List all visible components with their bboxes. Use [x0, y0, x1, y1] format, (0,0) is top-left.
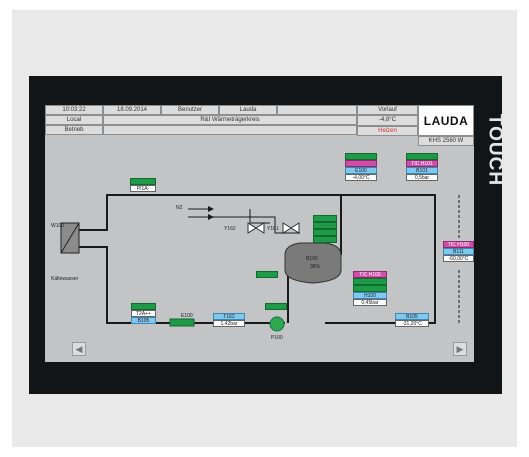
- t100-alarm-tag[interactable]: [345, 160, 377, 167]
- pump-label: P100: [271, 335, 283, 341]
- b105-sub-tag[interactable]: B105: [131, 317, 156, 324]
- valve-left-icon: [247, 222, 257, 234]
- b111-alarm-tag[interactable]: TIC H100: [443, 241, 474, 248]
- return-pipe: [78, 246, 285, 324]
- valve-right-icon: [282, 222, 292, 234]
- nitrogen-label: N2: [176, 205, 183, 211]
- tank-status-tag-3[interactable]: [313, 229, 337, 236]
- tank-alarm-tag[interactable]: TIC H100: [353, 271, 387, 278]
- tank-label: B100: [306, 256, 318, 262]
- heater-label: E100: [181, 313, 193, 319]
- tank-status-tag-5[interactable]: [353, 278, 387, 285]
- tank-status-tag-4[interactable]: [313, 236, 337, 243]
- hmi-screen: 10:03:22 18.09.2014 Benutzer Lauda Vorla…: [45, 105, 474, 362]
- pt-status-tag[interactable]: [130, 178, 156, 185]
- valve-left-label: Y162: [224, 226, 236, 232]
- tank-value: 38%: [310, 264, 321, 270]
- b111-value-tag[interactable]: -60,00°C: [443, 255, 474, 262]
- tank-status-tag-2[interactable]: [313, 222, 337, 229]
- pt-tag[interactable]: PI1A-: [130, 185, 156, 192]
- t100-code-tag[interactable]: E100: [345, 167, 377, 174]
- touch-label: TOUCH: [484, 113, 506, 187]
- next-page-button[interactable]: ▶: [453, 342, 467, 356]
- b101-value-tag[interactable]: 0,5bar: [406, 174, 438, 181]
- b101-code-tag[interactable]: B101: [406, 167, 438, 174]
- tank-status-tag-6[interactable]: [353, 285, 387, 292]
- valve-right-label: Y161: [267, 226, 279, 232]
- coolant-label: Kältewasser: [51, 276, 79, 282]
- previous-page-button[interactable]: ◀: [72, 342, 86, 356]
- n2-arrow-bottom: [208, 214, 214, 220]
- t162-value-tag[interactable]: 1,42bar: [213, 320, 245, 327]
- level-indicator-tag[interactable]: [256, 271, 278, 278]
- pump-status-tag[interactable]: [265, 303, 287, 310]
- heater-icon: [169, 318, 195, 327]
- tank-status-tag-1[interactable]: [313, 215, 337, 222]
- pump-icon: [269, 316, 285, 332]
- tank-code-tag[interactable]: H100: [353, 292, 387, 299]
- t162-code-tag[interactable]: T162: [213, 313, 245, 320]
- b105-right-code-tag[interactable]: B105: [395, 313, 429, 320]
- tank-icon: [284, 242, 342, 284]
- tank-pressure-tag[interactable]: 0,45bar: [353, 299, 387, 306]
- t100-value-tag[interactable]: -4,00°C: [345, 174, 377, 181]
- b105-right-value-tag[interactable]: -31,20°C: [395, 320, 429, 327]
- b105-status-tag[interactable]: [131, 303, 156, 310]
- b111-code-tag[interactable]: B111: [443, 248, 474, 255]
- heat-exchanger-label: W100: [51, 223, 65, 229]
- n2-arrow-top: [208, 206, 214, 212]
- t100-status-tag[interactable]: [345, 153, 377, 160]
- b101-alarm-tag[interactable]: TIC H101: [406, 160, 438, 167]
- b101-status-tag[interactable]: [406, 153, 438, 160]
- b105-code-tag[interactable]: T2A++: [131, 310, 156, 317]
- brand-side-panel: TOUCH: [484, 82, 506, 217]
